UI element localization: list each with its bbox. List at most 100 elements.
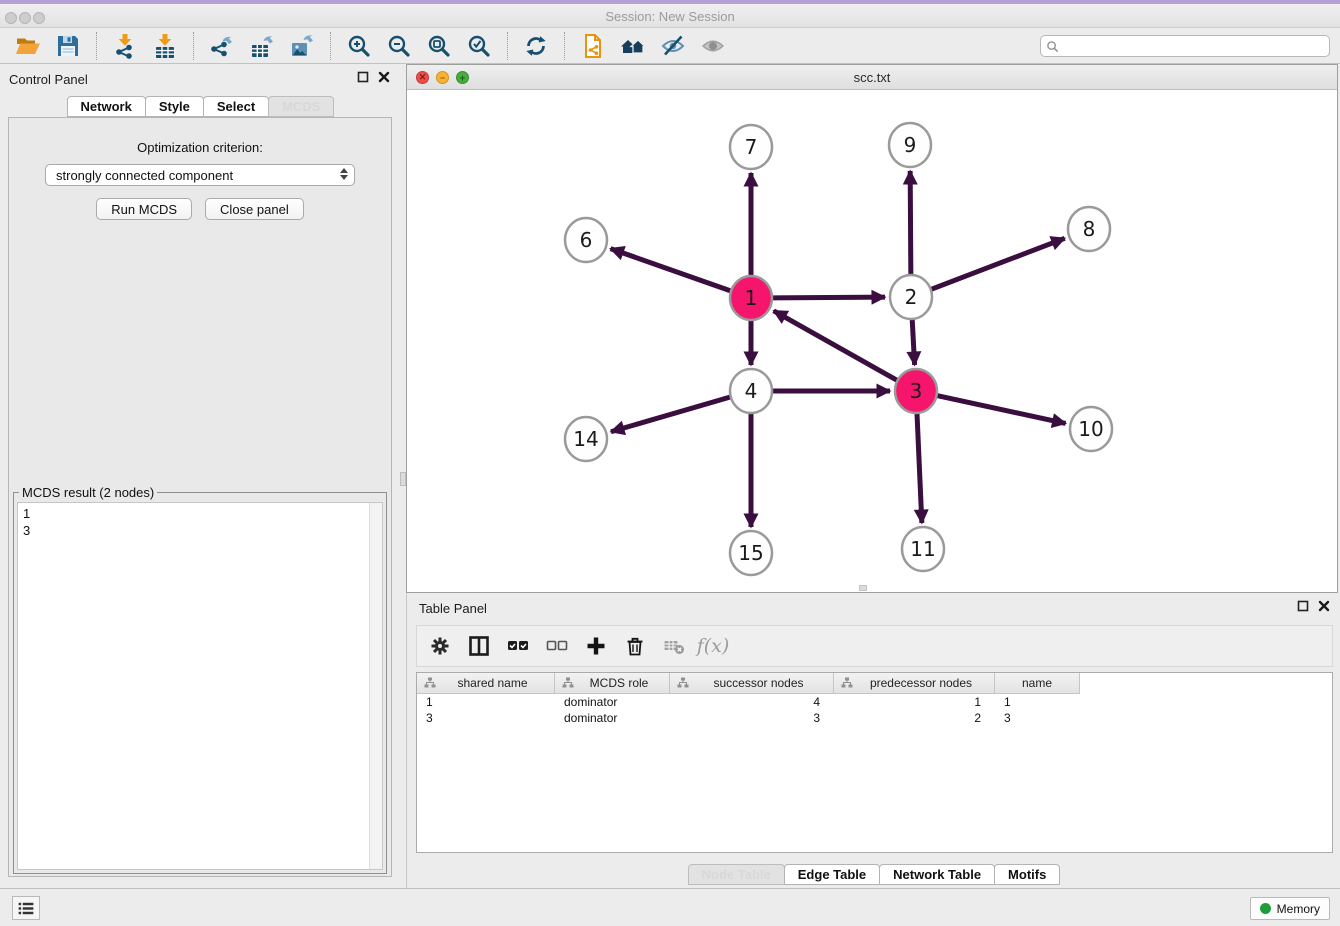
mcds-result-area[interactable]: 1 3 xyxy=(17,502,383,870)
graph-node-11[interactable]: 11 xyxy=(902,527,944,571)
tab-network-table[interactable]: Network Table xyxy=(879,864,995,885)
create-column-plus-icon[interactable] xyxy=(583,633,609,659)
first-neighbors-houses-icon[interactable] xyxy=(618,31,648,61)
float-table-panel-icon[interactable] xyxy=(1297,600,1309,612)
table-row[interactable]: 1dominator411 xyxy=(417,694,1332,710)
open-file-icon[interactable] xyxy=(13,31,43,61)
graph-edge-4-14[interactable] xyxy=(611,397,730,432)
graph-edge-1-2[interactable] xyxy=(773,297,885,298)
column-header-predecessor-nodes[interactable]: predecessor nodes xyxy=(834,673,995,694)
import-table-icon[interactable] xyxy=(150,31,180,61)
graph-node-4[interactable]: 4 xyxy=(730,369,772,413)
zoom-fit-icon[interactable] xyxy=(424,31,454,61)
table-settings-gear-icon[interactable] xyxy=(427,633,453,659)
save-session-icon[interactable] xyxy=(53,31,83,61)
export-table-icon[interactable] xyxy=(247,31,277,61)
graph-node-8[interactable]: 8 xyxy=(1068,207,1110,251)
graph-node-10[interactable]: 10 xyxy=(1070,407,1112,451)
canvas-scroll-handle[interactable] xyxy=(859,585,867,591)
search-input[interactable] xyxy=(1063,37,1329,55)
network-window-titlebar[interactable]: ✕ − + scc.txt xyxy=(407,65,1337,90)
graph-node-9[interactable]: 9 xyxy=(889,123,931,167)
svg-text:8: 8 xyxy=(1083,217,1096,241)
table-cell[interactable]: dominator xyxy=(555,710,670,726)
task-history-button[interactable] xyxy=(12,896,40,920)
tab-style[interactable]: Style xyxy=(145,96,204,117)
unselect-all-columns-icon[interactable] xyxy=(544,633,570,659)
show-column-panel-icon[interactable] xyxy=(466,633,492,659)
graph-node-3[interactable]: 3 xyxy=(895,369,937,413)
node-table-header: shared nameMCDS rolesuccessor nodesprede… xyxy=(417,673,1332,694)
delete-column-trash-icon[interactable] xyxy=(622,633,648,659)
zoom-selected-icon[interactable] xyxy=(464,31,494,61)
zoom-in-icon[interactable] xyxy=(344,31,374,61)
column-header-successor-nodes[interactable]: successor nodes xyxy=(670,673,834,694)
svg-text:1: 1 xyxy=(745,286,758,310)
export-image-icon[interactable] xyxy=(287,31,317,61)
graph-node-14[interactable]: 14 xyxy=(565,417,607,461)
tab-node-table[interactable]: Node Table xyxy=(688,864,785,885)
zoom-out-icon[interactable] xyxy=(384,31,414,61)
close-panel-icon[interactable] xyxy=(378,71,390,83)
graph-node-1[interactable]: 1 xyxy=(730,276,772,320)
close-table-panel-icon[interactable] xyxy=(1318,600,1330,612)
graph-edge-3-10[interactable] xyxy=(937,396,1065,424)
run-mcds-button[interactable]: Run MCDS xyxy=(96,198,192,220)
svg-text:3: 3 xyxy=(910,379,923,403)
delete-table-icon[interactable] xyxy=(661,633,687,659)
table-cell[interactable]: 2 xyxy=(834,710,995,726)
graph-edge-3-11[interactable] xyxy=(917,413,922,523)
import-network-icon[interactable] xyxy=(110,31,140,61)
toolbar-separator xyxy=(507,32,508,60)
graph-node-6[interactable]: 6 xyxy=(565,218,607,262)
graph-node-15[interactable]: 15 xyxy=(730,531,772,575)
svg-text:6: 6 xyxy=(580,228,593,252)
column-header-mcds-role[interactable]: MCDS role xyxy=(555,673,670,694)
tab-edge-table[interactable]: Edge Table xyxy=(784,864,880,885)
hide-selection-eye-slash-icon[interactable] xyxy=(658,31,688,61)
table-cell[interactable]: dominator xyxy=(555,694,670,710)
table-cell[interactable]: 4 xyxy=(670,694,834,710)
graph-node-7[interactable]: 7 xyxy=(730,125,772,169)
table-cell[interactable]: 3 xyxy=(670,710,834,726)
status-bar: Memory xyxy=(0,888,1340,926)
graph-edge-1-6[interactable] xyxy=(611,249,731,291)
graph-edge-3-1[interactable] xyxy=(774,311,897,380)
table-cell[interactable]: 3 xyxy=(995,710,1080,726)
mcds-result-title: MCDS result (2 nodes) xyxy=(19,485,157,500)
network-window: ✕ − + scc.txt 7 9 6 8 1 2 4 3 14 10 15 11 xyxy=(406,64,1338,593)
graph-node-2[interactable]: 2 xyxy=(890,275,932,319)
graph-edge-2-3[interactable] xyxy=(912,319,914,365)
column-header-name[interactable]: name xyxy=(995,673,1080,694)
float-panel-icon[interactable] xyxy=(357,71,369,83)
tab-motifs[interactable]: Motifs xyxy=(994,864,1060,885)
tab-mcds[interactable]: MCDS xyxy=(268,96,334,117)
search-field[interactable] xyxy=(1040,35,1330,57)
table-cell[interactable]: 1 xyxy=(417,694,555,710)
table-cell[interactable]: 1 xyxy=(834,694,995,710)
export-network-icon[interactable] xyxy=(207,31,237,61)
show-all-eye-icon[interactable] xyxy=(698,31,728,61)
new-network-from-selection-icon[interactable] xyxy=(578,31,608,61)
apply-layout-refresh-icon[interactable] xyxy=(521,31,551,61)
control-panel: Control Panel NetworkStyleSelectMCDS Opt… xyxy=(0,64,400,888)
network-canvas[interactable]: 7 9 6 8 1 2 4 3 14 10 15 11 xyxy=(407,90,1337,592)
table-toolbar: f(x) xyxy=(416,625,1333,667)
table-cell[interactable]: 1 xyxy=(995,694,1080,710)
node-table: shared nameMCDS rolesuccessor nodesprede… xyxy=(416,672,1333,853)
memory-button[interactable]: Memory xyxy=(1250,897,1330,920)
graph-edge-2-8[interactable] xyxy=(932,238,1065,289)
column-header-shared-name[interactable]: shared name xyxy=(417,673,555,694)
table-panel: Table Panel f(x) shared xyxy=(406,593,1340,888)
close-panel-button[interactable]: Close panel xyxy=(205,198,304,220)
hierarchy-icon xyxy=(841,677,853,689)
tab-network[interactable]: Network xyxy=(67,96,146,117)
table-cell[interactable]: 3 xyxy=(417,710,555,726)
table-row[interactable]: 3dominator323 xyxy=(417,710,1332,726)
criterion-dropdown[interactable]: strongly connected component xyxy=(45,164,355,186)
result-scrollbar[interactable] xyxy=(369,503,382,869)
function-builder-icon[interactable]: f(x) xyxy=(700,633,726,659)
graph-edge-2-9[interactable] xyxy=(910,171,911,275)
select-all-columns-icon[interactable] xyxy=(505,633,531,659)
tab-select[interactable]: Select xyxy=(203,96,269,117)
